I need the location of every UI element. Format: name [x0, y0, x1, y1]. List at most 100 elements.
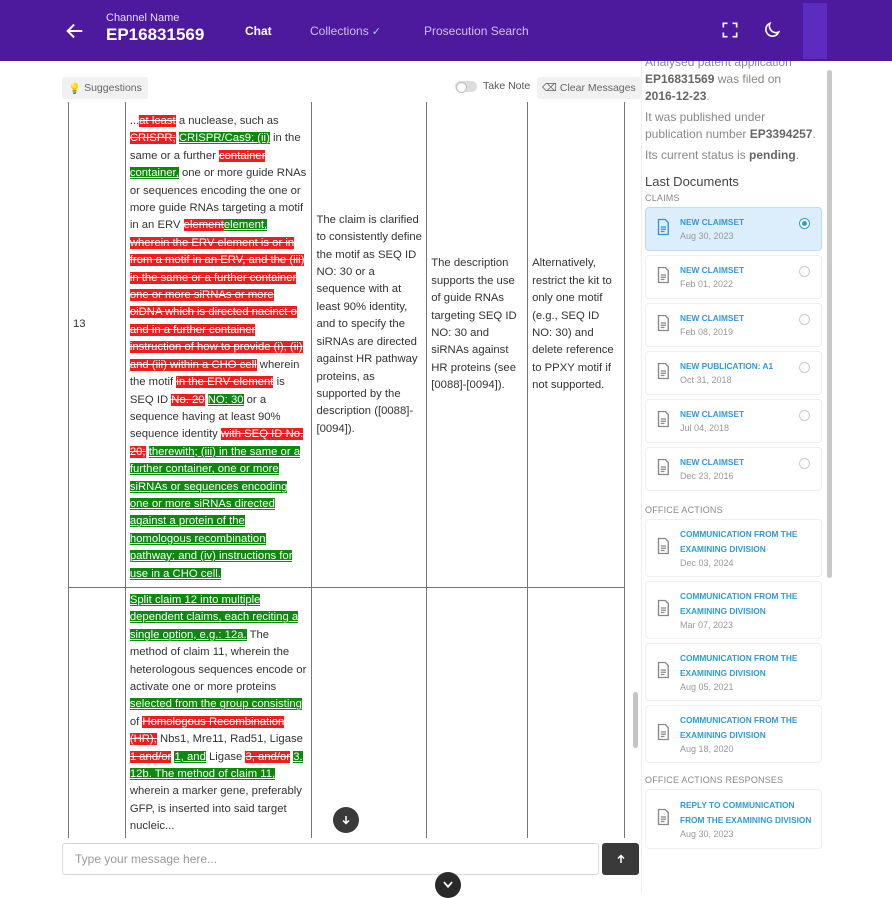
document-date: Dec 03, 2024: [680, 557, 734, 568]
chat-area[interactable]: 13 ...at least a nuclease, such as CRISP…: [60, 102, 640, 838]
support-cell: The description supports the use of guid…: [426, 102, 529, 588]
scroll-down-button[interactable]: [333, 807, 359, 833]
document-title: COMMUNICATION FROM THE EXAMINING DIVISIO…: [680, 714, 798, 740]
send-button[interactable]: [602, 843, 639, 875]
document-item[interactable]: REPLY TO COMMUNICATION FROM THE EXAMININ…: [645, 789, 822, 849]
deleted-text: container: [219, 149, 266, 162]
document-title: REPLY TO COMMUNICATION FROM THE EXAMININ…: [680, 799, 812, 825]
inserted-text: NO: 30: [207, 393, 244, 406]
deleted-text: at least: [139, 115, 176, 127]
info-text: .: [795, 148, 800, 162]
inserted-text: selected from the group consisting: [129, 698, 302, 711]
claim-number-cell: 13: [68, 102, 126, 588]
tab-prosecution-search[interactable]: Prosecution Search: [424, 24, 529, 38]
document-icon: [654, 457, 680, 482]
inserted-text: CRISPR/Cas9; (ii): [178, 132, 270, 145]
deleted-text: CRISPR;: [129, 132, 176, 145]
document-title: COMMUNICATION FROM THE EXAMINING DIVISIO…: [680, 652, 798, 678]
document-title: NEW CLAIMSET: [680, 457, 745, 467]
take-note-toggle[interactable]: Take Note: [455, 80, 531, 93]
claim-number-cell: [68, 586, 126, 838]
info-value: 2016-12-23: [645, 89, 707, 103]
responses-list: REPLY TO COMMUNICATION FROM THE EXAMININ…: [645, 789, 825, 849]
channel-info: Channel Name EP16831569: [106, 12, 204, 45]
document-item[interactable]: NEW PUBLICATION: A1 Oct 31, 2018: [645, 351, 822, 395]
clear-messages-button[interactable]: ⌫ Clear Messages: [537, 77, 641, 99]
alternative-cell: Alternatively, restrict the kit to only …: [527, 102, 625, 588]
info-value: pending: [749, 148, 796, 162]
back-arrow-icon[interactable]: [64, 20, 86, 42]
select-radio[interactable]: [799, 314, 810, 325]
tab-chat[interactable]: Chat: [245, 24, 272, 38]
document-item[interactable]: COMMUNICATION FROM THE EXAMINING DIVISIO…: [645, 643, 822, 701]
document-icon: [654, 265, 680, 290]
document-title: COMMUNICATION FROM THE EXAMINING DIVISIO…: [680, 528, 798, 554]
deleted-text: wherein the ERV element is or in from a …: [129, 236, 305, 371]
arrow-up-icon: [616, 854, 625, 863]
document-text: REPLY TO COMMUNICATION FROM THE EXAMININ…: [680, 798, 815, 841]
explanation-cell: [311, 586, 428, 838]
sidebar-divider: [641, 61, 642, 892]
take-note-label: Take Note: [483, 80, 531, 92]
claims-list: NEW CLAIMSET Aug 30, 2023 NEW CLAIMSET Feb …: [645, 207, 825, 491]
document-title: NEW CLAIMSET: [680, 217, 745, 227]
claim-text: wherein a marker gene, preferably GFP, i…: [129, 785, 302, 833]
document-item[interactable]: NEW CLAIMSET Dec 23, 2016: [645, 447, 822, 491]
tab-collections[interactable]: Collections ✓: [310, 24, 381, 38]
document-text: COMMUNICATION FROM THE EXAMINING DIVISIO…: [680, 527, 815, 570]
select-radio[interactable]: [799, 362, 810, 373]
info-text: It was published under publication numbe…: [645, 110, 766, 141]
document-item[interactable]: COMMUNICATION FROM THE EXAMINING DIVISIO…: [645, 705, 822, 763]
document-date: Feb 01, 2022: [680, 279, 734, 289]
document-date: Aug 18, 2020: [680, 743, 734, 754]
document-item[interactable]: COMMUNICATION FROM THE EXAMINING DIVISIO…: [645, 581, 822, 639]
lightbulb-icon: 💡: [68, 82, 82, 95]
document-item[interactable]: COMMUNICATION FROM THE EXAMINING DIVISIO…: [645, 519, 822, 577]
document-date: Aug 30, 2023: [680, 828, 734, 839]
sidebar-scrollbar[interactable]: [827, 70, 832, 578]
document-item[interactable]: NEW CLAIMSET Jul 04, 2018: [645, 399, 822, 443]
deleted-text: 1 and/or: [129, 750, 172, 763]
document-item[interactable]: NEW CLAIMSET Aug 30, 2023: [645, 207, 822, 251]
collapse-chevron-button[interactable]: [435, 872, 461, 898]
document-icon: [654, 313, 680, 338]
dark-mode-moon-icon[interactable]: [762, 20, 782, 40]
tab-prosecution-label: Prosecution Search: [424, 24, 529, 38]
document-date: Feb 08, 2019: [680, 327, 734, 337]
deleted-text: in the ERV element: [176, 376, 274, 389]
message-input[interactable]: Type your message here...: [62, 843, 599, 875]
suggestions-button[interactable]: 💡 Suggestions: [62, 77, 148, 99]
tab-chat-label: Chat: [245, 24, 272, 38]
document-title: NEW PUBLICATION: A1: [680, 361, 774, 371]
message-placeholder: Type your message here...: [75, 852, 218, 866]
info-text: .: [812, 127, 816, 141]
document-date: Aug 30, 2023: [680, 231, 734, 241]
document-date: Mar 07, 2023: [680, 619, 734, 630]
claim-text: Ligase: [205, 750, 246, 763]
clear-messages-label: Clear Messages: [559, 82, 636, 94]
chat-scrollbar[interactable]: [633, 692, 638, 748]
info-line: 2016-12-23.: [645, 88, 825, 105]
select-radio[interactable]: [799, 458, 810, 469]
select-radio[interactable]: [799, 266, 810, 277]
document-text: NEW CLAIMSET Jul 04, 2018: [680, 407, 815, 435]
table-row: 13 ...at least a nuclease, such as CRISP…: [68, 102, 625, 588]
document-item[interactable]: NEW CLAIMSET Feb 08, 2019: [645, 303, 822, 347]
select-radio[interactable]: [799, 218, 810, 229]
info-text: Its current status is: [645, 148, 750, 162]
fullscreen-icon[interactable]: [720, 20, 740, 40]
document-item[interactable]: NEW CLAIMSET Feb 01, 2022: [645, 255, 822, 299]
check-circle-icon: ✓: [371, 26, 381, 38]
tab-collections-label: Collections: [310, 24, 369, 38]
office-actions-label: OFFICE ACTIONS: [645, 505, 723, 515]
suggestions-label: Suggestions: [84, 82, 142, 94]
document-text: COMMUNICATION FROM THE EXAMINING DIVISIO…: [680, 589, 815, 632]
toggle-switch[interactable]: [455, 80, 477, 93]
document-title: COMMUNICATION FROM THE EXAMINING DIVISIO…: [680, 590, 798, 616]
info-line: EP16831569 was filed on: [645, 71, 825, 88]
info-text: Analysed patent application: [645, 61, 792, 69]
select-radio[interactable]: [799, 410, 810, 421]
arrow-down-icon: [342, 816, 350, 825]
info-line: Analysed patent application: [645, 61, 825, 71]
office-actions-list: COMMUNICATION FROM THE EXAMINING DIVISIO…: [645, 519, 825, 763]
